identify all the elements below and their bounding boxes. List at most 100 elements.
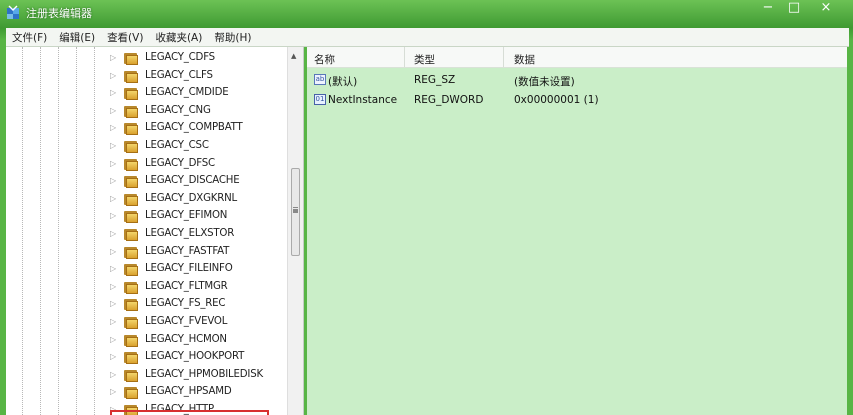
tree-item[interactable]: ▷ LEGACY_CLFS [6, 68, 289, 86]
selection-highlight [110, 410, 269, 415]
expand-arrow-icon[interactable]: ▷ [110, 229, 120, 239]
expand-arrow-icon[interactable]: ▷ [110, 159, 120, 169]
expand-arrow-icon[interactable]: ▷ [110, 317, 120, 327]
expand-arrow-icon[interactable]: ▷ [110, 370, 120, 380]
title-bar[interactable]: 注册表编辑器 − □ × [0, 0, 853, 26]
tree-item[interactable]: ▷ LEGACY_FLTMGR [6, 279, 289, 297]
tree-item-label: LEGACY_FLTMGR [145, 280, 228, 292]
scroll-thumb[interactable] [291, 168, 300, 256]
menu-file[interactable]: 文件(F) [6, 30, 53, 45]
expand-arrow-icon[interactable]: ▷ [110, 176, 120, 186]
value-name: NextInstance [328, 94, 398, 106]
scroll-up-icon[interactable]: ▲ [291, 52, 296, 60]
expand-arrow-icon[interactable]: ▷ [110, 335, 120, 345]
tree-item[interactable]: ▷ LEGACY_DXGKRNL [6, 191, 289, 209]
expand-arrow-icon[interactable]: ▷ [110, 299, 120, 309]
folder-icon [123, 193, 139, 206]
tree-item[interactable]: ▷ LEGACY_CSC [6, 138, 289, 156]
maximize-button[interactable]: □ [781, 0, 807, 18]
minimize-button[interactable]: − [755, 0, 781, 18]
column-name-header[interactable]: 名称 [314, 52, 335, 67]
folder-icon [123, 298, 139, 312]
folder-icon [123, 175, 139, 189]
tree-item-label: LEGACY_DISCACHE [145, 175, 240, 187]
expand-arrow-icon[interactable]: ▷ [110, 264, 120, 274]
tree-item[interactable]: ▷ LEGACY_CDFS [6, 50, 289, 68]
window-title: 注册表编辑器 [26, 7, 92, 20]
value-name: (默认) [328, 76, 358, 88]
folder-icon [123, 52, 139, 65]
registry-editor-icon [7, 5, 19, 19]
registry-value-row[interactable]: ab (默认) REG_SZ (数值未设置) [307, 71, 847, 89]
expand-arrow-icon[interactable]: ▷ [110, 123, 120, 133]
tree-item[interactable]: ▷ LEGACY_CNG [6, 103, 289, 121]
tree-item-label: LEGACY_CSC [145, 140, 209, 151]
expand-arrow-icon[interactable]: ▷ [110, 352, 120, 362]
tree-item[interactable]: ▷ LEGACY_FILEINFO [6, 261, 289, 279]
tree-item[interactable]: ▷ LEGACY_HPMOBILEDISK [6, 367, 289, 385]
expand-arrow-icon[interactable]: ▷ [110, 71, 120, 81]
tree-item-label: LEGACY_FILEINFO [145, 263, 233, 275]
folder-icon [123, 263, 139, 277]
tree-item[interactable]: ▷ LEGACY_HOOKPORT [6, 349, 289, 367]
scroll-grip-icon [293, 207, 298, 209]
expand-arrow-icon[interactable]: ▷ [110, 106, 120, 116]
expand-arrow-icon[interactable]: ▷ [110, 387, 120, 397]
menu-view[interactable]: 查看(V) [101, 30, 149, 45]
folder-icon [123, 87, 139, 101]
tree-item[interactable]: ▷ LEGACY_EFIMON [6, 208, 289, 226]
tree-item[interactable]: ▷ LEGACY_FVEVOL [6, 314, 289, 332]
registry-value-row[interactable]: 01 NextInstance REG_DWORD 0x00000001 (1) [307, 91, 847, 109]
registry-editor-window: 注册表编辑器 − □ × 文件(F) 编辑(E) 查看(V) 收藏夹(A) 帮助… [0, 0, 853, 415]
folder-icon [123, 228, 139, 241]
column-separator [404, 47, 405, 67]
tree-item[interactable]: ▷ LEGACY_FASTFAT [6, 244, 289, 262]
menu-favorites[interactable]: 收藏夹(A) [149, 30, 208, 45]
tree-item-label: LEGACY_COMPBATT [145, 122, 243, 134]
column-type-header[interactable]: 类型 [414, 52, 435, 67]
column-data-header[interactable]: 数据 [514, 52, 535, 67]
tree-item-label: LEGACY_DFSC [145, 157, 215, 169]
tree-item-label: LEGACY_DXGKRNL [145, 192, 238, 204]
expand-arrow-icon[interactable]: ▷ [110, 211, 120, 221]
expand-arrow-icon[interactable]: ▷ [110, 53, 120, 63]
tree-item[interactable]: ▷ LEGACY_CMDIDE [6, 85, 289, 103]
value-type: REG_DWORD [414, 94, 484, 106]
folder-icon [123, 351, 139, 365]
expand-arrow-icon[interactable]: ▷ [110, 282, 120, 292]
tree-item[interactable]: ▷ LEGACY_HPSAMD [6, 384, 289, 402]
expand-arrow-icon[interactable]: ▷ [110, 88, 120, 98]
tree-item[interactable]: ▷ LEGACY_DISCACHE [6, 173, 289, 191]
tree-item-label: LEGACY_HPSAMD [145, 386, 232, 398]
folder-icon [123, 210, 139, 224]
tree-item-label: LEGACY_CLFS [145, 69, 213, 81]
tree-item-label: LEGACY_HOOKPORT [145, 351, 245, 363]
folder-icon [123, 334, 139, 347]
menu-edit[interactable]: 编辑(E) [53, 30, 101, 45]
tree-item-label: LEGACY_FASTFAT [145, 245, 230, 257]
tree-item-label: LEGACY_CMDIDE [145, 87, 229, 99]
folder-icon [123, 369, 139, 382]
expand-arrow-icon[interactable]: ▷ [110, 247, 120, 257]
menu-help[interactable]: 帮助(H) [208, 30, 257, 45]
expand-arrow-icon[interactable]: ▷ [110, 141, 120, 151]
tree-item-label: LEGACY_CDFS [145, 52, 215, 63]
tree-item-label: LEGACY_CNG [145, 104, 211, 116]
expand-arrow-icon[interactable]: ▷ [110, 194, 120, 204]
tree-item[interactable]: ▷ LEGACY_FS_REC [6, 296, 289, 314]
folder-icon [123, 246, 139, 259]
values-pane[interactable]: 名称 类型 数据 ab (默认) REG_SZ (数值未设置) 01 NextI… [307, 47, 847, 415]
tree-item[interactable]: ▷ LEGACY_COMPBATT [6, 120, 289, 138]
folder-icon [123, 281, 139, 294]
tree-item-label: LEGACY_HCMON [145, 333, 227, 345]
tree-item[interactable]: ▷ LEGACY_DFSC [6, 156, 289, 174]
tree-scrollbar[interactable]: ▲ [287, 47, 303, 415]
close-button[interactable]: × [807, 0, 845, 18]
tree-item[interactable]: ▷ LEGACY_ELXSTOR [6, 226, 289, 244]
values-header: 名称 类型 数据 [307, 47, 847, 68]
registry-tree-pane[interactable]: ▷ LEGACY_CDFS ▷ LEGACY_CLFS ▷ LEGACY_CMDIDE ▷ L… [6, 47, 304, 415]
tree-item[interactable]: ▷ LEGACY_HCMON [6, 332, 289, 350]
folder-icon [123, 158, 139, 171]
menu-bar: 文件(F) 编辑(E) 查看(V) 收藏夹(A) 帮助(H) [6, 28, 849, 47]
tree-item-label: LEGACY_FVEVOL [145, 316, 228, 327]
